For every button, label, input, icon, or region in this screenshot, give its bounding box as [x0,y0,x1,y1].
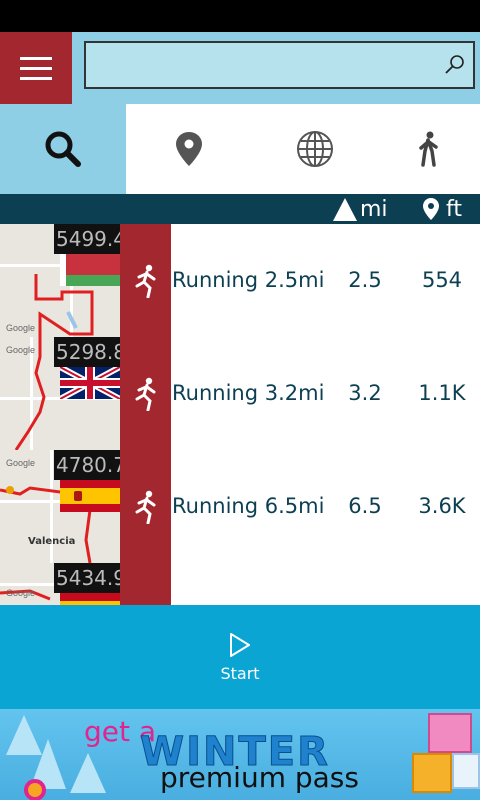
activity-name: Running 2.5mi [172,268,325,292]
elevation-value: 5499.4 [54,224,120,254]
flag-spain [60,480,120,512]
gift-icon [428,713,472,753]
map-provider-label: Google [6,458,36,468]
gift-icon [412,753,452,793]
activity-distance: 6.5 [348,494,382,518]
search-input[interactable] [86,43,426,87]
tab-search[interactable] [0,104,126,194]
tab-globe[interactable] [252,104,378,194]
activity-distance: 3.2 [348,381,382,405]
tab-bar [0,104,480,194]
tab-location[interactable] [126,104,252,194]
ad-banner[interactable]: get a WINTER premium pass [0,709,480,800]
start-label: Start [220,663,260,683]
activity-row[interactable]: Google Valencia 4780.7 Running 6.5mi 6.5… [0,450,480,563]
walking-person-icon [419,131,438,167]
activity-distance: 2.5 [348,268,382,292]
route-map-thumbnail: Google 5499.4 [0,224,120,337]
elevation-value: 4780.7 [54,450,120,480]
activity-elevation-gain: 3.6K [418,494,466,518]
flag-belarus [60,254,120,286]
map-provider-label: Google [6,588,36,598]
hamburger-icon-line [20,56,52,60]
play-icon [230,632,250,657]
activity-list: Google 5499.4 Running 2.5mi 2.5 554 Goog… [0,224,480,605]
search-icon [45,131,81,167]
activity-row[interactable]: Google 5298.8 Running 3.2mi 3.2 1.1K [0,337,480,450]
tree-decoration [70,753,106,793]
tab-walk[interactable] [378,104,480,194]
map-pin-icon [176,132,202,166]
elevation-value: 5298.8 [54,337,120,367]
menu-button[interactable] [0,32,72,104]
flag-spain [60,593,120,605]
hamburger-icon-line [20,66,52,70]
activity-elevation-gain [404,563,480,605]
top-bar [0,32,480,104]
map-city-label: Valencia [28,536,76,547]
status-bar [0,0,480,32]
globe-icon [297,131,333,167]
activity-type [120,337,171,450]
route-map-thumbnail: Google 5434.9 [0,563,120,605]
activity-elevation-gain: 1.1K [418,381,466,405]
search-icon[interactable] [443,53,467,77]
start-button[interactable]: Start [0,605,480,709]
hamburger-icon-line [20,76,52,80]
gift-icon [452,753,480,789]
list-header: mi ft [0,194,480,224]
runner-icon [135,264,155,298]
elevation-unit-label: ft [446,196,462,222]
activity-elevation-gain: 554 [421,268,463,292]
activity-type [120,224,171,337]
map-pin-icon [423,198,439,220]
activity-type [120,450,171,563]
elevation-value: 5434.9 [54,563,120,593]
activity-name: Running 6.5mi [172,494,325,518]
mountain-icon [333,198,357,221]
route-map-thumbnail: Google Valencia 4780.7 [0,450,120,563]
ad-text-premium: premium pass [160,761,359,794]
runner-icon [135,377,155,411]
route-map-thumbnail: Google 5298.8 [0,337,120,450]
flag-united-kingdom [60,367,120,399]
activity-distance [332,563,398,605]
search-box[interactable] [84,41,475,89]
activity-name: Running 3.2mi [172,381,325,405]
activity-type [120,563,171,605]
distance-unit-label: mi [360,196,388,222]
ornament-icon [24,779,46,800]
distance-header[interactable]: mi [332,194,388,224]
activity-row[interactable]: Google 5434.9 [0,563,480,605]
map-provider-label: Google [6,345,36,355]
activity-row[interactable]: Google 5499.4 Running 2.5mi 2.5 554 [0,224,480,337]
elevation-header[interactable]: ft [422,194,462,224]
map-provider-label: Google [6,323,36,333]
runner-icon [135,490,155,524]
